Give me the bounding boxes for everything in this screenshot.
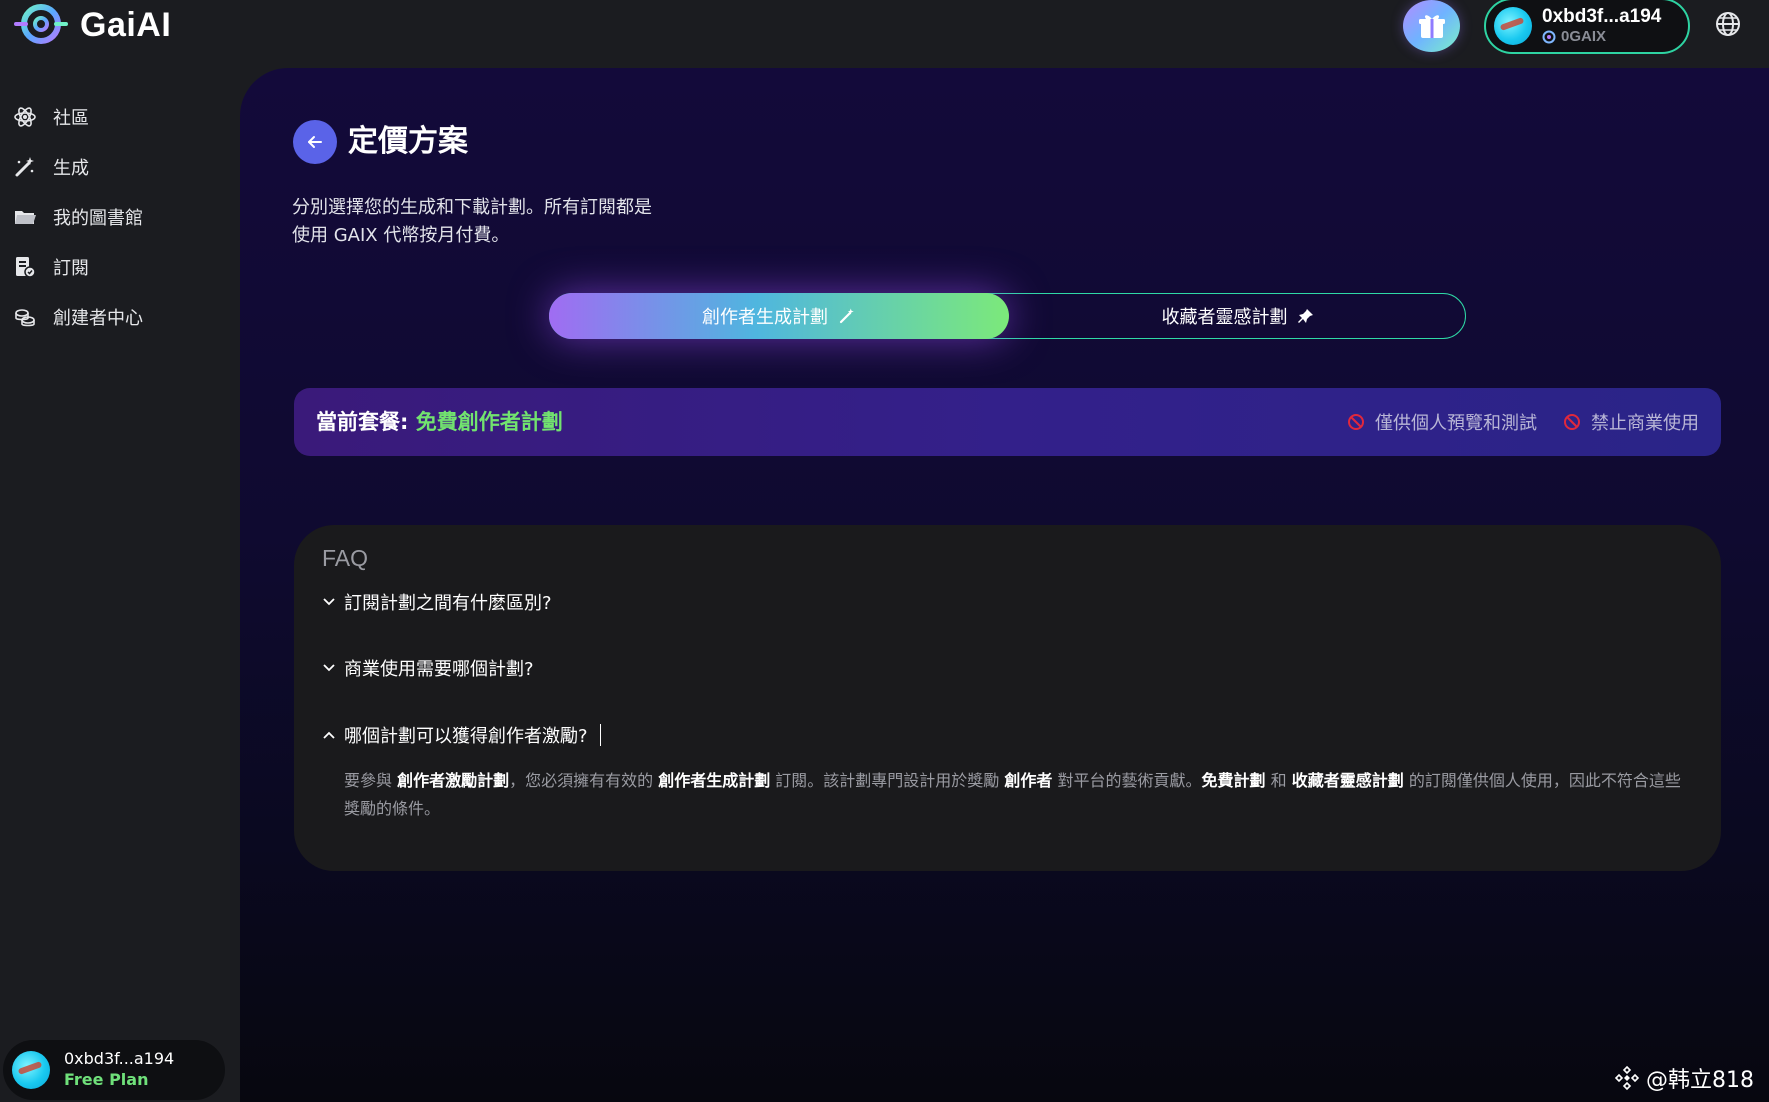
user-card[interactable]: 0xbd3f...a194 Free Plan (3, 1040, 225, 1100)
faq-answer: 要參與 創作者激勵計劃，您必須擁有有效的 創作者生成計劃 訂閱。該計劃專門設計用… (344, 767, 1689, 823)
user-plan-badge: Free Plan (64, 1070, 149, 1089)
answer-highlight: 收藏者靈感計劃 (1291, 771, 1404, 790)
restriction-item: 僅供個人預覽和測試 (1347, 409, 1537, 435)
magic-wand-icon (15, 157, 34, 177)
sidebar-item-subscription[interactable]: 訂閱 (0, 245, 240, 289)
faq-question-text: 商業使用需要哪個計劃? (344, 659, 534, 680)
answer-highlight: 免費計劃 (1201, 771, 1266, 790)
current-plan-name: 免費創作者計劃 (415, 410, 563, 434)
sidebar-item-generate[interactable]: 生成 (0, 145, 240, 189)
current-plan-prefix: 當前套餐 (316, 410, 400, 434)
magic-wand-icon (839, 308, 854, 324)
sidebar-item-label: 社區 (53, 108, 89, 129)
sidebar-item-label: 創建者中心 (53, 308, 143, 329)
watermark: @韩立818 (1614, 1062, 1754, 1094)
chevron-down-icon (323, 664, 335, 672)
faq-title: FAQ (322, 545, 369, 571)
faq-question-text: 哪個計劃可以獲得創作者激勵? (344, 726, 588, 747)
tab-creator-generation-plan[interactable]: 創作者生成計劃 (549, 293, 1009, 339)
subtitle-line: 使用 GAIX 代幣按月付費。 (292, 225, 510, 246)
sidebar-item-label: 我的圖書館 (53, 208, 143, 229)
subscription-icon (16, 257, 36, 278)
app-name: GaiAI (80, 5, 172, 44)
answer-text: 和 (1265, 771, 1292, 790)
wallet-avatar (1494, 7, 1532, 45)
text-cursor (599, 724, 602, 746)
back-button[interactable] (293, 120, 337, 164)
answer-text: 要參與 (344, 771, 398, 790)
answer-highlight: 創作者生成計劃 (658, 771, 771, 790)
gaiai-logo-icon (14, 4, 68, 44)
user-avatar (12, 1051, 50, 1089)
tab-label: 創作者生成計劃 (702, 307, 828, 328)
answer-text: 對平台的藝術貢獻。 (1052, 771, 1202, 790)
chevron-up-icon (323, 731, 335, 739)
main-panel: 定價方案 分別選擇您的生成和下載計劃。所有訂閱都是 使用 GAIX 代幣按月付費… (240, 68, 1769, 1102)
tab-collector-inspiration-plan[interactable]: 收藏者靈感計劃 (1009, 293, 1466, 339)
sidebar-item-creator-center[interactable]: 創建者中心 (0, 295, 240, 339)
page-subtitle: 分別選擇您的生成和下載計劃。所有訂閱都是 使用 GAIX 代幣按月付費。 (292, 194, 692, 250)
current-plan-bar: 當前套餐: 免費創作者計劃 僅供個人預覽和測試 禁止商業使用 (294, 388, 1721, 456)
gift-button[interactable] (1403, 0, 1460, 52)
prohibited-icon (1348, 414, 1364, 430)
sidebar-item-my-library[interactable]: 我的圖書館 (0, 195, 240, 239)
plan-restrictions: 僅供個人預覽和測試 禁止商業使用 (1347, 388, 1699, 456)
watermark-text: @韩立818 (1646, 1068, 1754, 1093)
subtitle-line: 分別選擇您的生成和下載計劃。所有訂閱都是 (292, 197, 652, 218)
answer-highlight: 創作者 (1004, 771, 1053, 790)
atom-icon (14, 107, 36, 127)
sidebar-item-label: 生成 (53, 158, 89, 179)
page-title: 定價方案 (348, 124, 468, 159)
faq-question-text: 訂閱計劃之間有什麼區別? (344, 593, 552, 614)
faq-question[interactable]: 商業使用需要哪個計劃? (322, 655, 534, 681)
globe-icon[interactable] (1714, 10, 1742, 38)
token-icon (1542, 30, 1556, 44)
folder-icon (15, 211, 36, 224)
app-logo[interactable]: GaiAI (14, 0, 171, 50)
current-plan: 當前套餐: 免費創作者計劃 (316, 388, 563, 456)
faq-question[interactable]: 訂閱計劃之間有什麼區別? (322, 589, 552, 615)
wallet-balance: 0GAIX (1542, 28, 1661, 45)
chevron-down-icon (323, 598, 335, 606)
coins-icon (15, 309, 35, 327)
gift-icon (1418, 15, 1445, 38)
restriction-item: 禁止商業使用 (1563, 409, 1699, 435)
answer-highlight: 創作者激勵計劃 (397, 771, 510, 790)
tab-label: 收藏者靈感計劃 (1161, 307, 1288, 328)
sidebar-item-label: 訂閱 (53, 258, 89, 279)
current-plan-separator: : (400, 410, 409, 434)
wallet-chip[interactable]: 0xbd3f...a194 0GAIX (1484, 0, 1690, 54)
prohibited-icon (1564, 414, 1580, 430)
pin-icon (1297, 309, 1313, 323)
restriction-label: 禁止商業使用 (1591, 413, 1699, 434)
wallet-address: 0xbd3f...a194 (1542, 6, 1662, 28)
restriction-label: 僅供個人預覽和測試 (1375, 413, 1537, 434)
diamond-logo-icon (1614, 1065, 1640, 1091)
user-address: 0xbd3f...a194 (64, 1049, 175, 1069)
faq-section: FAQ 訂閱計劃之間有什麼區別? 商業使用需要哪個計劃? 哪個計劃可以獲得創作者… (294, 525, 1721, 871)
top-bar: GaiAI 0xbd3f...a194 0GAIX (0, 0, 1769, 68)
arrow-left-icon (308, 136, 322, 148)
answer-text: 訂閱。該計劃專門設計用於獎勵 (770, 771, 1005, 790)
wallet-token: 0GAIX (1561, 28, 1607, 46)
answer-text: ，您必須擁有有效的 (509, 771, 659, 790)
faq-question-expanded[interactable]: 哪個計劃可以獲得創作者激勵? (322, 722, 602, 748)
sidebar: 社區 生成 我的圖書館 訂閱 創建者中心 0xbd3f...a194 Free … (0, 68, 240, 1102)
sidebar-item-community[interactable]: 社區 (0, 95, 240, 139)
